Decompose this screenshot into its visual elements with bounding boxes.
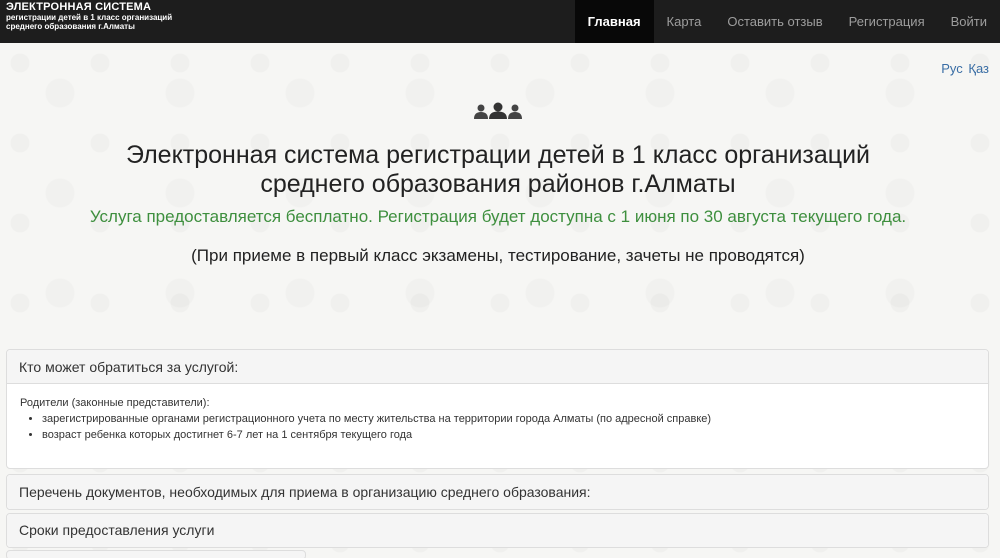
panel-who-can-apply: Кто может обратиться за услугой: Родител… [6,349,989,469]
list-item: возраст ребенка которых достигнет 6-7 ле… [42,427,975,443]
exam-note: (При приеме в первый класс экзамены, тес… [191,246,805,265]
page-title-line1: Электронная система регистрации детей в … [125,141,871,169]
page-title-line2: среднего образования районов г.Алматы [260,170,736,198]
requirements-list: зарегистрированные органами регистрацион… [42,411,975,443]
nav-menu: Главная Карта Оставить отзыв Регистрация… [574,0,1000,43]
nav-item-login[interactable]: Войти [938,0,1000,43]
nav-item-registration[interactable]: Регистрация [836,0,938,43]
page-title: Электронная система регистрации детей в … [0,141,996,199]
panel-body-intro: Родители (законные представители): [20,397,210,409]
panel-who-can-apply-body: Родители (законные представители): зарег… [7,384,988,454]
panel-next-partial[interactable] [6,550,306,558]
lang-rus-link[interactable]: Рус [941,61,963,76]
brand-subtitle: регистрации детей в 1 класс организаций … [6,13,173,31]
list-item: зарегистрированные органами регистрацион… [42,411,975,427]
lang-kaz-link[interactable]: Қаз [968,61,989,76]
nav-item-map[interactable]: Карта [654,0,715,43]
free-service-notice: Услуга предоставляется бесплатно. Регист… [89,207,907,226]
navbar: ЭЛЕКТРОННАЯ СИСТЕМА регистрации детей в … [0,0,1000,43]
panel-terms: Сроки предоставления услуги [6,513,989,548]
panel-terms-heading[interactable]: Сроки предоставления услуги [7,514,988,547]
nav-item-feedback[interactable]: Оставить отзыв [714,0,835,43]
language-switcher: Рус Қаз [939,61,989,76]
panel-who-can-apply-heading[interactable]: Кто может обратиться за услугой: [7,350,988,384]
panel-documents: Перечень документов, необходимых для при… [6,474,989,510]
panel-documents-heading[interactable]: Перечень документов, необходимых для при… [7,475,988,509]
brand-title: ЭЛЕКТРОННАЯ СИСТЕМА [6,1,152,13]
nav-item-home[interactable]: Главная [574,0,654,43]
brand[interactable]: ЭЛЕКТРОННАЯ СИСТЕМА регистрации детей в … [6,1,176,32]
users-icon [474,102,522,119]
